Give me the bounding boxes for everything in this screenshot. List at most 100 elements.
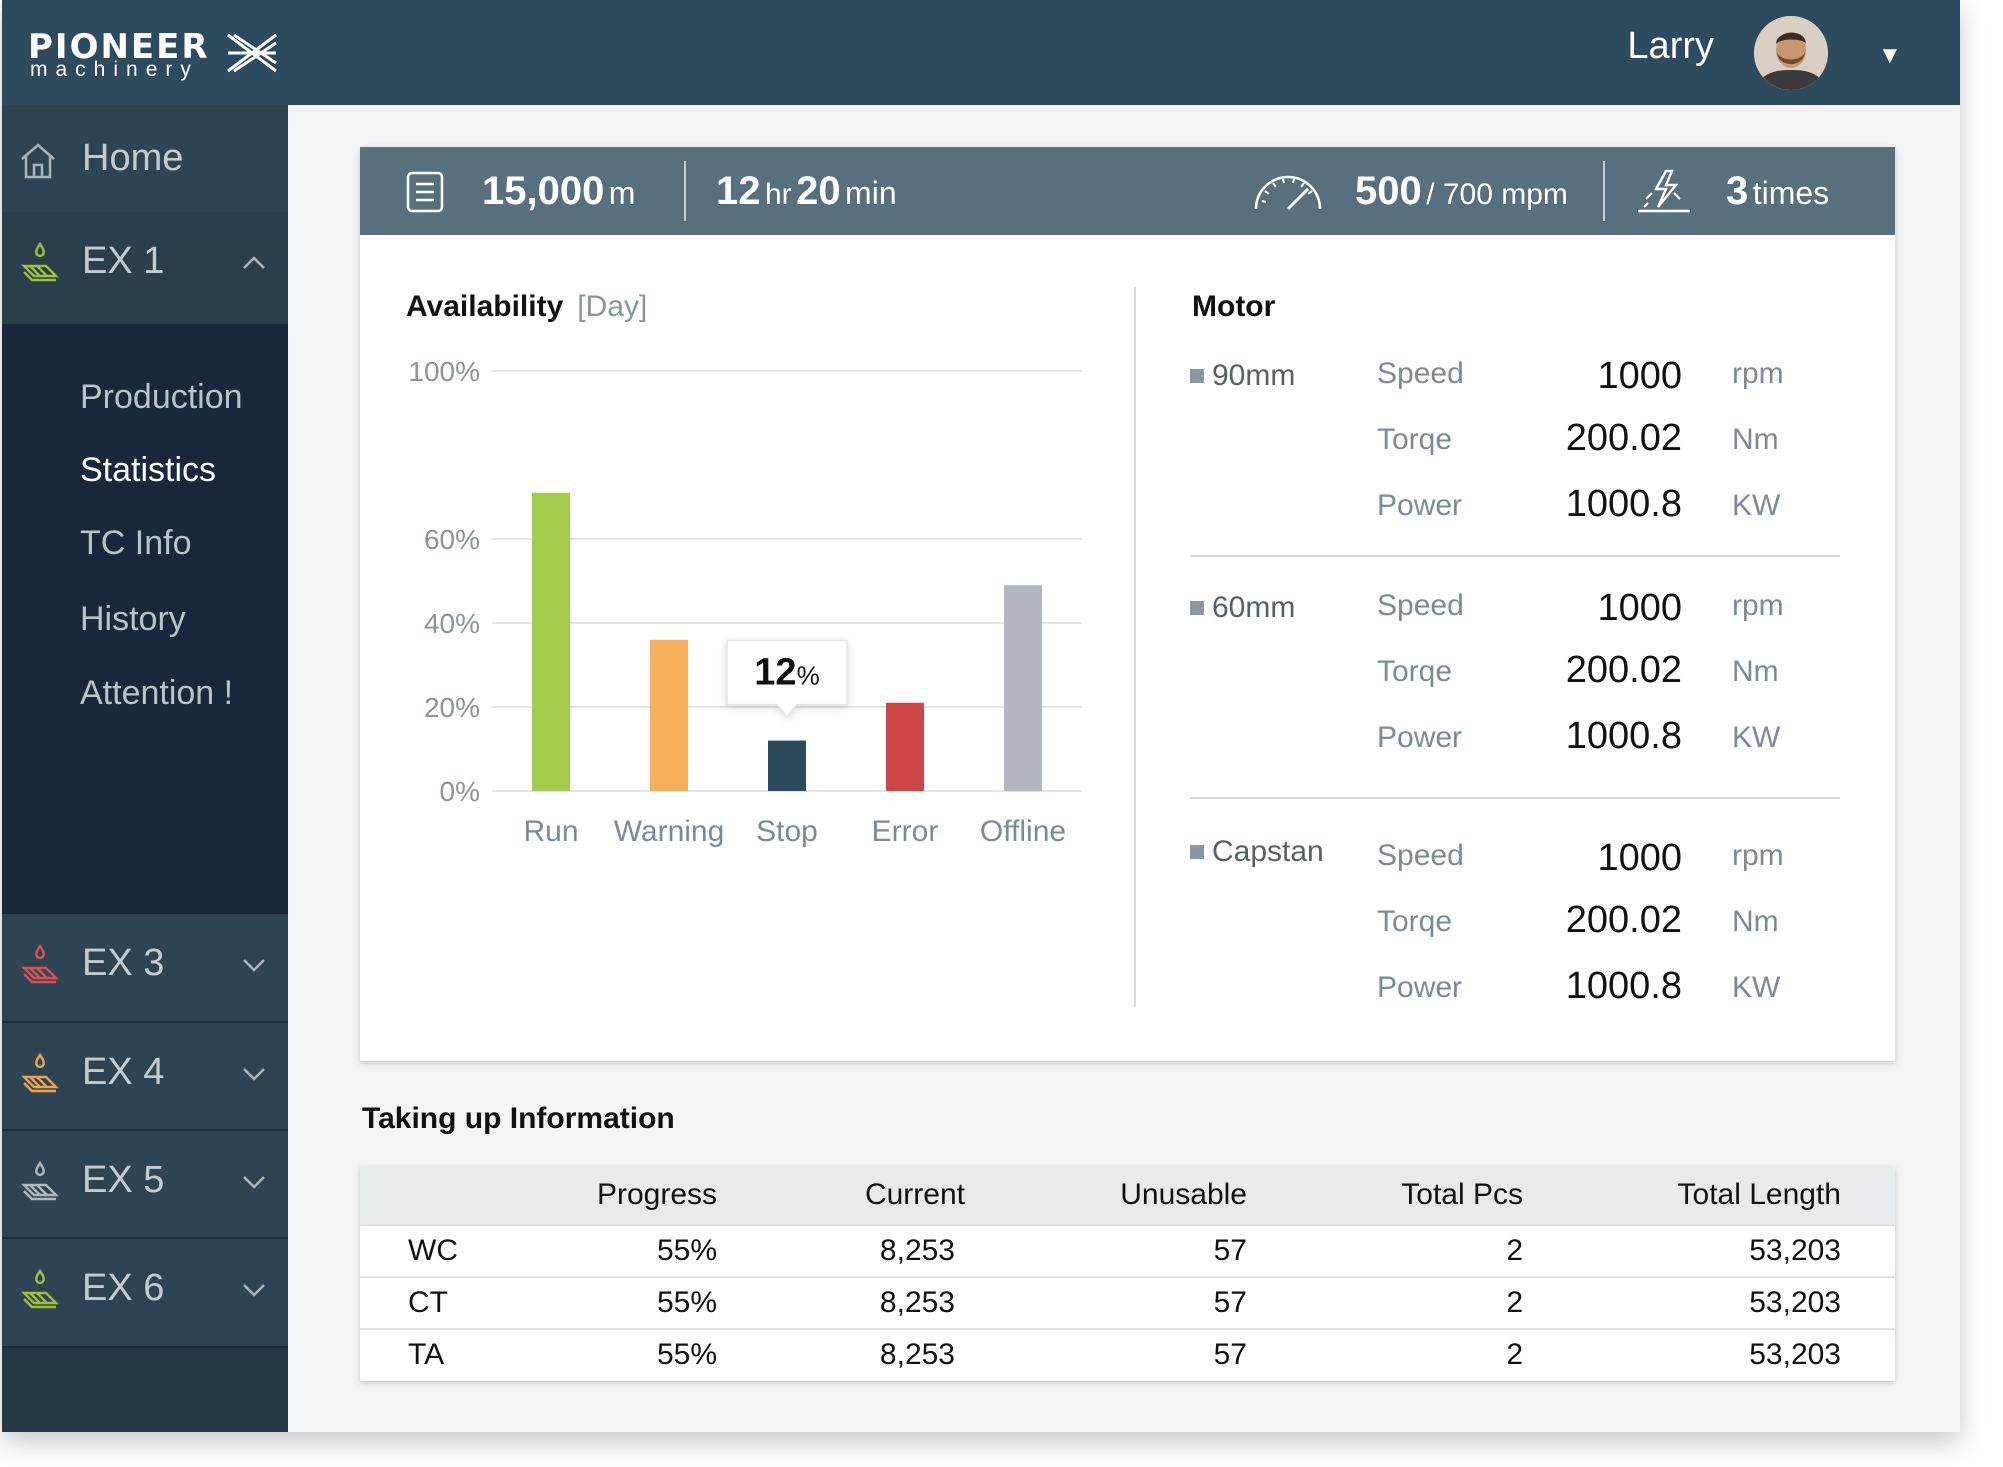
sidebar-subitem-attention[interactable]: Attention ! xyxy=(80,674,233,713)
motor-value: 1000.8 xyxy=(1565,965,1682,1007)
sidebar-item-label: EX 6 xyxy=(82,1267,165,1309)
table-row[interactable]: TA 55% 8,253 57 2 53,203 xyxy=(360,1328,1895,1382)
break-lightning-icon xyxy=(1638,169,1690,213)
chevron-down-icon xyxy=(243,1284,265,1297)
chevron-down-icon xyxy=(243,1068,265,1081)
y-tick-label: 20% xyxy=(424,692,480,723)
motor-name: 60mm xyxy=(1190,591,1295,625)
table-cell: 2 xyxy=(1506,1286,1523,1319)
motor-name-text: Capstan xyxy=(1212,835,1324,868)
y-tick-label: 60% xyxy=(424,524,480,555)
stat-divider xyxy=(1603,161,1605,221)
table-cell: 2 xyxy=(1506,1338,1523,1371)
table-cell: 8,253 xyxy=(879,1286,955,1319)
x-tick-label: Offline xyxy=(980,815,1066,848)
sidebar-subitem-history[interactable]: History xyxy=(80,600,186,639)
motor-value: 200.02 xyxy=(1565,899,1682,941)
sidebar-item-label: EX 3 xyxy=(82,942,165,984)
legend-square xyxy=(1190,845,1204,859)
table-row[interactable]: CT 55% 8,253 57 2 53,203 xyxy=(360,1276,1895,1330)
column-header: Total Pcs xyxy=(1401,1178,1523,1211)
sidebar: Home EX 1 Production Statistics TC Info … xyxy=(2,105,288,1432)
row-name: TA xyxy=(408,1338,445,1371)
bar-stop xyxy=(768,740,806,791)
motor-value: 1000 xyxy=(1597,837,1682,879)
motor-unit: Nm xyxy=(1732,655,1779,688)
table-cell: 2 xyxy=(1506,1234,1523,1267)
motor-value: 1000.8 xyxy=(1565,483,1682,525)
sidebar-subitem-statistics[interactable]: Statistics xyxy=(80,451,216,490)
column-header: Current xyxy=(864,1178,965,1211)
sidebar-item-ex6[interactable]: EX 6 xyxy=(2,1239,288,1348)
document-icon xyxy=(406,171,444,213)
avatar-image xyxy=(1754,16,1828,90)
table-header: Progress Current Unusable Total Pcs Tota… xyxy=(360,1166,1895,1224)
minutes-unit: min xyxy=(845,175,897,211)
times-unit: times xyxy=(1752,175,1830,211)
sidebar-item-ex4[interactable]: EX 4 xyxy=(2,1023,288,1131)
motor-value: 1000.8 xyxy=(1565,715,1682,757)
hours-value: 12 xyxy=(716,169,761,213)
bar-error xyxy=(886,702,924,791)
table-cell: 8,253 xyxy=(879,1234,955,1267)
user-name[interactable]: Larry xyxy=(1627,25,1714,68)
motor-group-capstan: Capstan Speed 1000 rpm Torqe 200.02 Nm P… xyxy=(1190,835,1840,1017)
logo-mark-icon xyxy=(227,33,277,73)
motor-divider xyxy=(1190,797,1840,799)
sidebar-item-ex1[interactable]: EX 1 xyxy=(2,212,288,324)
sidebar-subitem-tc-info[interactable]: TC Info xyxy=(80,524,191,563)
column-header: Unusable xyxy=(1120,1178,1247,1211)
legend-square xyxy=(1190,369,1204,383)
sidebar-subitem-production[interactable]: Production xyxy=(80,378,243,417)
sidebar-item-home[interactable]: Home xyxy=(2,105,288,213)
sidebar-item-label: EX 1 xyxy=(82,240,165,282)
statistics-card: 15,000 m 12 hr 20 min 500 / 700 mpm 3 ti… xyxy=(360,147,1895,1061)
runtime-stat: 12 hr 20 min xyxy=(716,171,897,220)
motor-value: 1000 xyxy=(1597,355,1682,397)
top-bar: PIONEER machinery Larry ▼ xyxy=(2,0,1960,105)
x-tick-label: Warning xyxy=(614,815,725,848)
table-row[interactable]: WC 55% 8,253 57 2 53,203 xyxy=(360,1224,1895,1278)
motor-name: Capstan xyxy=(1190,835,1324,869)
motor-name: 90mm xyxy=(1190,359,1295,393)
table-cell: 57 xyxy=(1213,1286,1247,1319)
column-header: Total Length xyxy=(1677,1178,1841,1211)
extruder-icon xyxy=(21,242,59,282)
bar-run xyxy=(532,492,570,791)
table-cell: 55% xyxy=(656,1338,717,1371)
user-menu-caret-icon[interactable]: ▼ xyxy=(1878,42,1902,70)
brand-logo[interactable]: PIONEER machinery xyxy=(28,30,277,80)
motor-unit: Nm xyxy=(1732,905,1779,938)
hours-unit: hr xyxy=(764,178,792,211)
motor-group-60mm: 60mm Speed 1000 rpm Torqe 200.02 Nm Powe… xyxy=(1190,587,1840,767)
row-name: WC xyxy=(408,1234,458,1267)
y-tick-label: 40% xyxy=(424,608,480,639)
motor-unit: KW xyxy=(1732,489,1781,522)
table-cell: 55% xyxy=(656,1234,717,1267)
stat-divider xyxy=(684,161,686,221)
motor-value: 1000 xyxy=(1597,587,1682,629)
minutes-value: 20 xyxy=(796,169,841,213)
x-tick-label: Run xyxy=(523,815,578,848)
sidebar-item-label: EX 5 xyxy=(82,1159,165,1201)
y-tick-label: 100% xyxy=(408,356,480,387)
length-unit: m xyxy=(608,175,636,211)
sidebar-item-label: EX 4 xyxy=(82,1051,165,1093)
table-cell: 57 xyxy=(1213,1338,1247,1371)
sidebar-item-ex5[interactable]: EX 5 xyxy=(2,1131,288,1239)
extruder-icon xyxy=(21,1161,59,1201)
app-window: PIONEER machinery Larry ▼ Home EX 1 Prod… xyxy=(2,0,1960,1432)
home-icon xyxy=(21,143,55,179)
section-divider xyxy=(1134,287,1136,1007)
motor-label: Speed xyxy=(1377,839,1464,872)
table-cell: 53,203 xyxy=(1749,1338,1841,1371)
speed-max: / 700 mpm xyxy=(1426,178,1568,211)
chevron-down-icon xyxy=(243,1176,265,1189)
tooltip-value: 12 xyxy=(754,652,796,694)
legend-square xyxy=(1190,601,1204,615)
ex1-submenu: Production Statistics TC Info History At… xyxy=(2,324,288,914)
sidebar-item-ex3[interactable]: EX 3 xyxy=(2,914,288,1023)
x-tick-label: Error xyxy=(872,815,939,848)
extruder-icon xyxy=(21,1053,59,1093)
avatar[interactable] xyxy=(1754,16,1828,90)
